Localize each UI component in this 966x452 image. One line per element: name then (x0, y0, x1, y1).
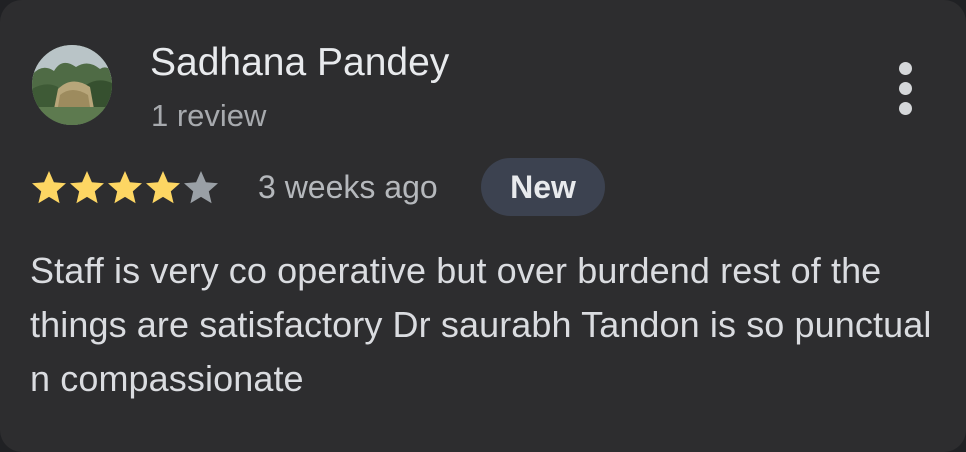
star-empty-icon (182, 169, 220, 205)
review-count: 1 review (151, 98, 267, 133)
reviewer-name[interactable]: Sadhana Pandey (150, 40, 449, 86)
more-vert-icon (899, 62, 912, 75)
review-time: 3 weeks ago (258, 169, 438, 205)
review-text: Staff is very co operative but over burd… (30, 250, 932, 399)
star-filled-icon (30, 169, 68, 205)
star-filled-icon (144, 169, 182, 205)
new-badge: New (481, 158, 605, 216)
star-rating (30, 169, 220, 205)
avatar-photo (32, 45, 112, 125)
more-vert-icon-dot (899, 102, 912, 115)
review-card: Sadhana Pandey 1 review 3 weeks ago New … (0, 0, 966, 452)
more-vert-icon-dot (899, 82, 912, 95)
more-options-button[interactable] (886, 58, 926, 118)
reviewer-avatar[interactable] (32, 45, 112, 125)
star-filled-icon (106, 169, 144, 205)
star-filled-icon (68, 169, 106, 205)
